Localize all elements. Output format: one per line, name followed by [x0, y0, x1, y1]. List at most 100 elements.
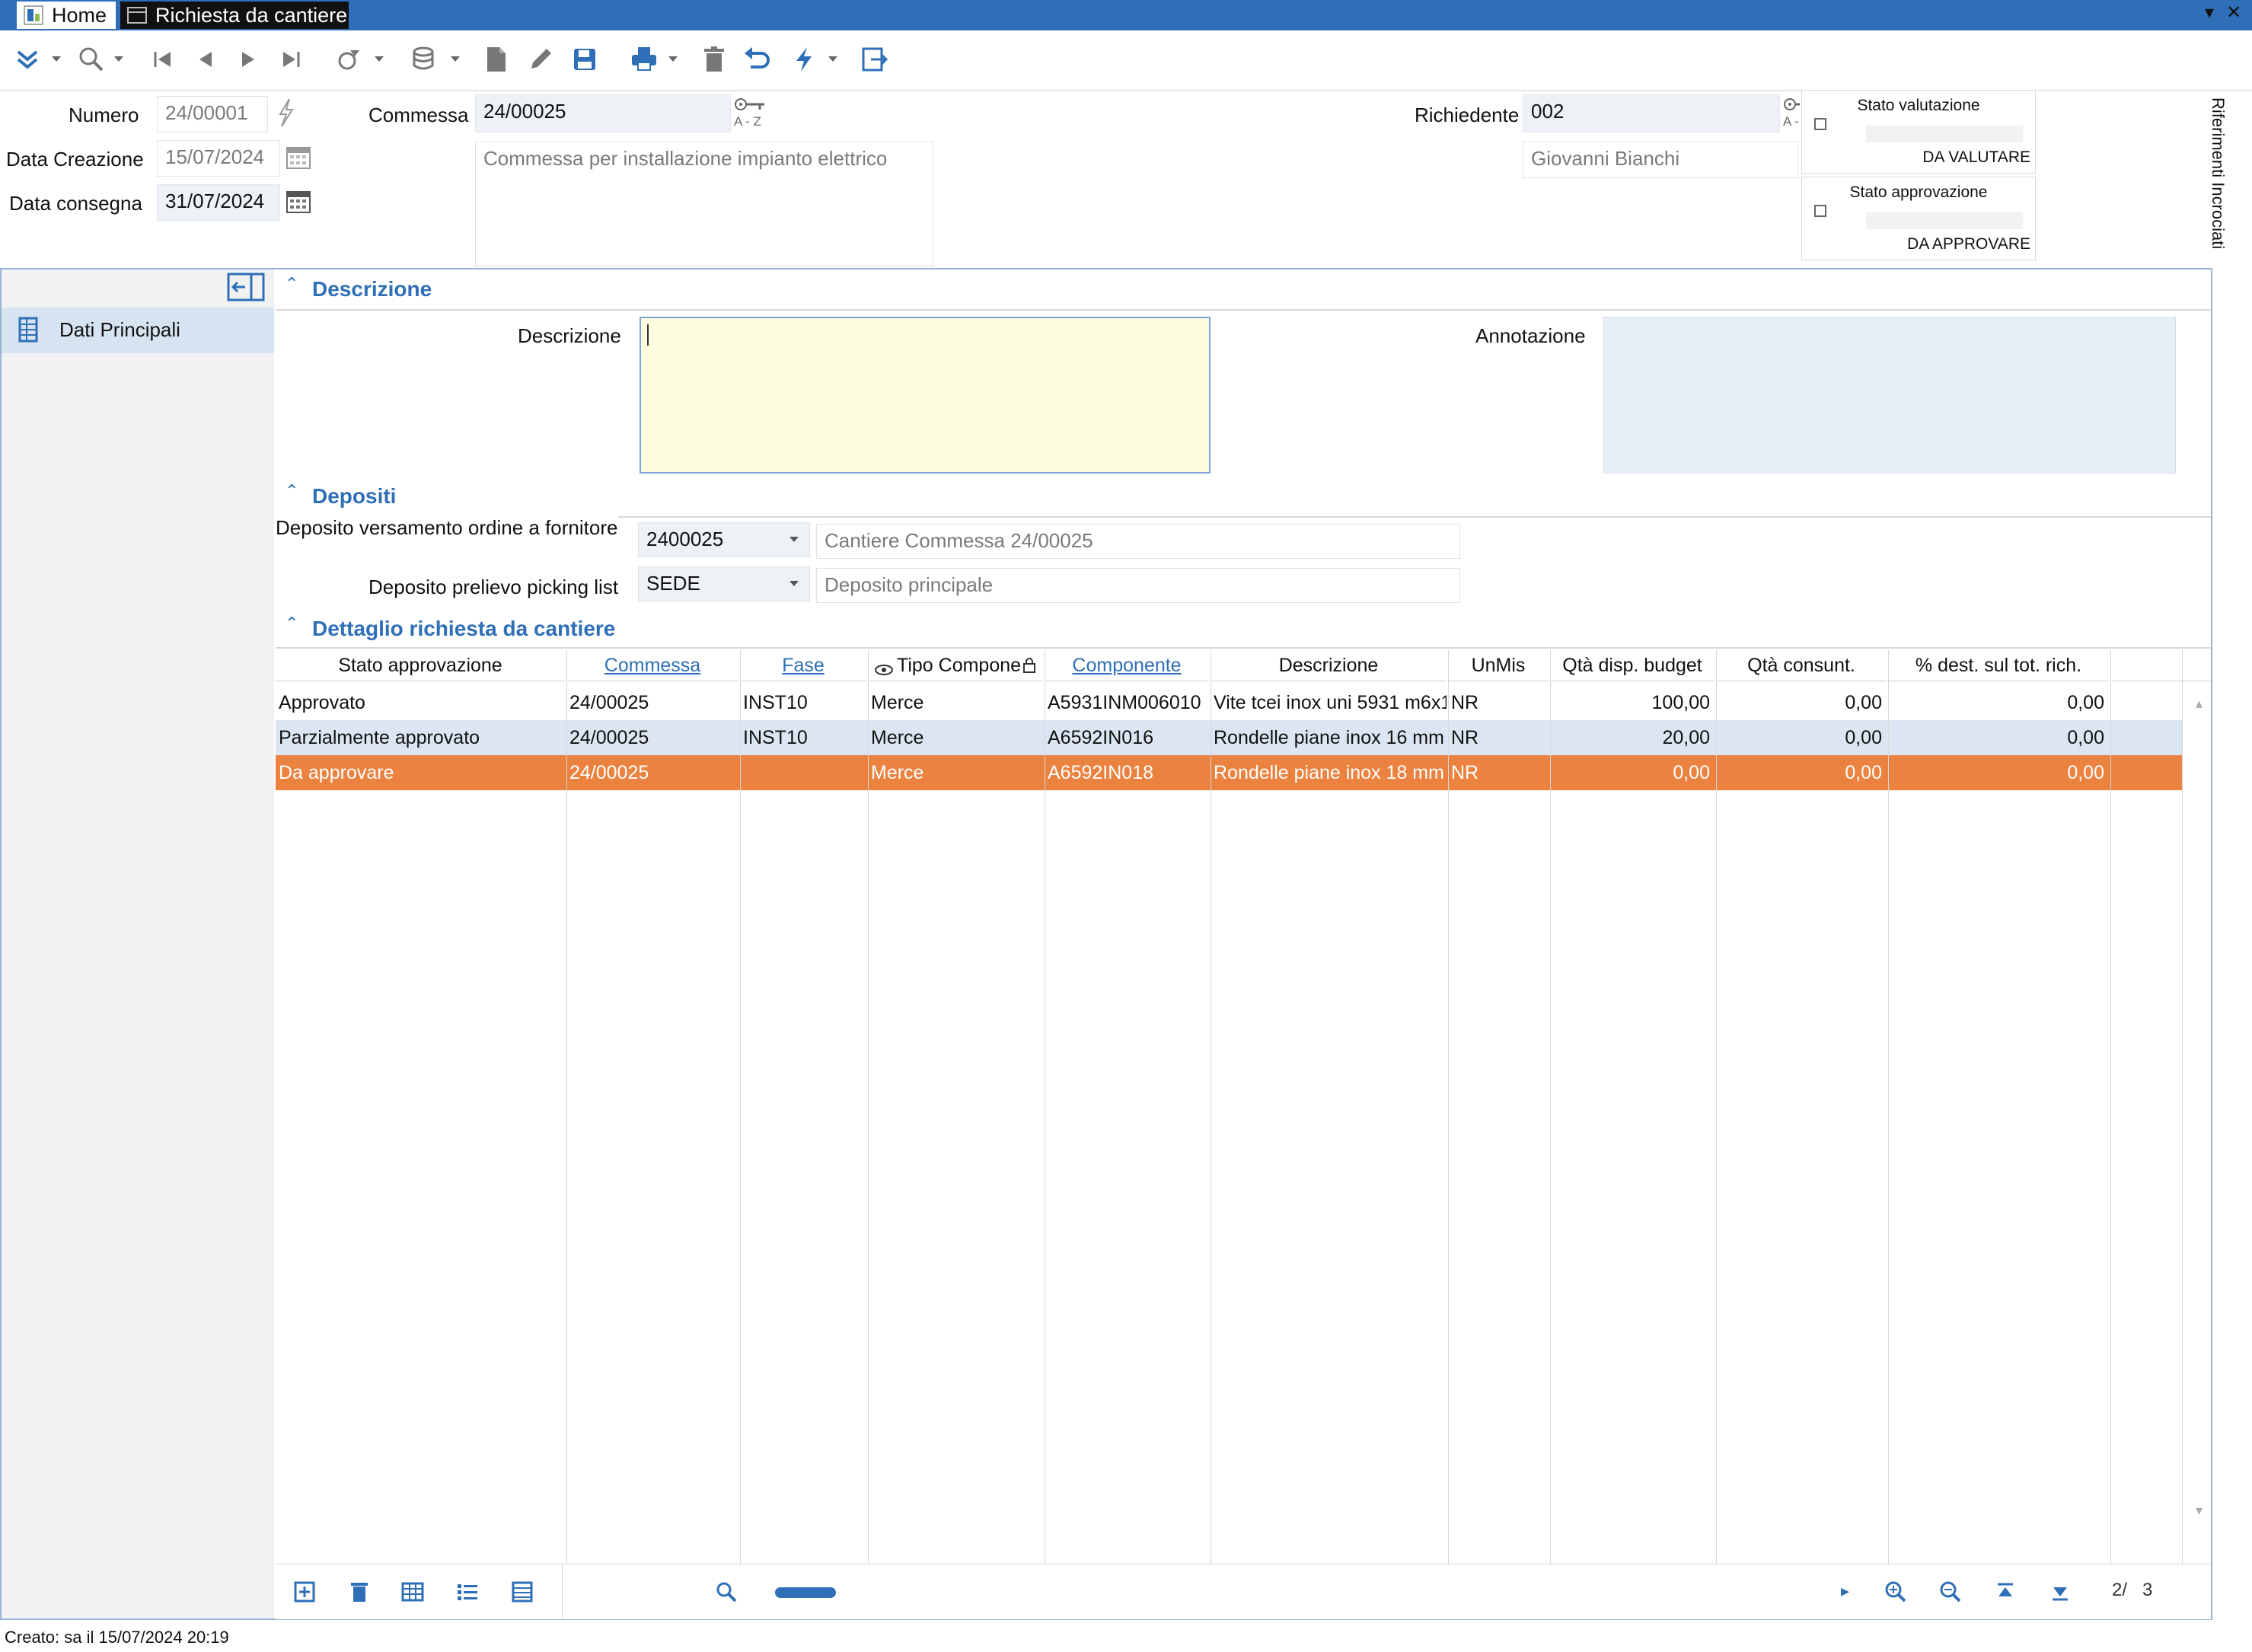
tab-home[interactable]: Home — [17, 2, 116, 29]
cell-unmis[interactable]: NR — [1448, 755, 1549, 790]
filter-dropdown-icon[interactable] — [375, 56, 384, 62]
numero-lightning-icon[interactable] — [276, 97, 295, 128]
lookup-key-icon[interactable] — [734, 96, 767, 113]
table-row[interactable]: Da approvare 24/00025 Merce A6592IN018 Ronde… — [276, 755, 2182, 790]
add-row-icon[interactable] — [291, 1578, 318, 1606]
cell-tipo[interactable]: Merce — [868, 755, 1043, 790]
column-header-unmis[interactable]: UnMis — [1448, 650, 1549, 681]
undo-icon[interactable] — [738, 41, 775, 78]
cell-descrizione[interactable]: Rondelle piane inox 18 mm — [1211, 755, 1447, 790]
scroll-down-icon[interactable]: ▾ — [2196, 1503, 2203, 1519]
exit-icon[interactable] — [856, 41, 892, 78]
richiedente-field[interactable]: 002 — [1523, 94, 1780, 132]
collapse-dropdown-icon[interactable] — [52, 56, 61, 62]
cell-commessa[interactable]: 24/00025 — [566, 755, 738, 790]
cell-qta-consunt[interactable]: 0,00 — [1716, 685, 1887, 720]
stato-valutazione-checkbox[interactable] — [1814, 118, 1826, 130]
cell-qta-budget[interactable]: 100,00 — [1550, 685, 1715, 720]
annotazione-textarea[interactable] — [1603, 317, 2176, 474]
cell-commessa[interactable]: 24/00025 — [566, 685, 738, 720]
lightning-icon[interactable] — [786, 41, 822, 78]
delete-row-icon[interactable] — [346, 1578, 373, 1606]
zoom-out-icon[interactable] — [1937, 1578, 1964, 1606]
grid-view-icon[interactable] — [399, 1578, 426, 1606]
cell-unmis[interactable]: NR — [1448, 685, 1549, 720]
cell-componente[interactable]: A6592IN018 — [1045, 755, 1209, 790]
commessa-field[interactable]: 24/00025 — [475, 94, 731, 132]
collapse-section-depositi-icon[interactable]: ⌃ — [285, 481, 298, 501]
cell-qta-budget[interactable]: 0,00 — [1550, 755, 1715, 790]
cell-fase[interactable]: INST10 — [740, 720, 866, 755]
cell-commessa[interactable]: 24/00025 — [566, 720, 738, 755]
window-menu-chevron-icon[interactable]: ▾ — [2205, 2, 2214, 24]
column-header-tipo-componente[interactable]: Tipo Componente — [868, 650, 1043, 681]
first-record-icon[interactable] — [145, 41, 181, 78]
deposito-prelievo-select[interactable]: SEDE — [638, 566, 810, 601]
last-record-icon[interactable] — [273, 41, 309, 78]
column-header-commessa[interactable]: Commessa — [566, 650, 738, 681]
cell-stato[interactable]: Da approvare — [276, 755, 565, 790]
section-title-depositi[interactable]: Depositi — [312, 484, 396, 509]
print-icon[interactable] — [626, 41, 662, 78]
stato-approvazione-checkbox[interactable] — [1814, 205, 1826, 217]
cell-tipo[interactable]: Merce — [868, 685, 1043, 720]
column-header-qta-budget[interactable]: Qtà disp. budget — [1550, 650, 1715, 681]
cell-stato[interactable]: Approvato — [276, 685, 565, 720]
sidebar-item-dati-principali[interactable]: Dati Principali — [2, 308, 274, 353]
previous-record-icon[interactable] — [187, 41, 224, 78]
deposito-versamento-select[interactable]: 2400025 — [638, 522, 810, 557]
close-window-icon[interactable]: ✕ — [2226, 2, 2241, 24]
column-header-descrizione[interactable]: Descrizione — [1211, 650, 1447, 681]
cell-perc[interactable]: 0,00 — [1888, 685, 2109, 720]
column-header-stato[interactable]: Stato approvazione — [276, 650, 565, 681]
sort-az-label[interactable]: A - — [1783, 114, 1799, 129]
search-icon[interactable] — [713, 1578, 740, 1606]
collapse-section-dettaglio-icon[interactable]: ⌃ — [285, 614, 298, 633]
column-header-qta-consunt[interactable]: Qtà consunt. — [1716, 650, 1887, 681]
section-title-descrizione[interactable]: Descrizione — [312, 277, 432, 301]
cell-perc[interactable]: 0,00 — [1888, 720, 2109, 755]
data-creazione-field[interactable]: 15/07/2024 — [157, 140, 280, 177]
cell-perc[interactable]: 0,00 — [1888, 755, 2109, 790]
cell-unmis[interactable]: NR — [1448, 720, 1549, 755]
column-header-componente[interactable]: Componente — [1045, 650, 1209, 681]
cell-qta-budget[interactable]: 20,00 — [1550, 720, 1715, 755]
column-header-fase[interactable]: Fase — [740, 650, 866, 681]
save-icon[interactable] — [566, 41, 603, 78]
cell-componente[interactable]: A5931INM006010 — [1045, 685, 1209, 720]
cell-stato[interactable]: Parzialmente approvato — [276, 720, 565, 755]
print-dropdown-icon[interactable] — [668, 56, 678, 62]
search-icon[interactable] — [73, 41, 110, 78]
go-bottom-icon[interactable] — [2046, 1578, 2074, 1606]
cell-componente[interactable]: A6592IN016 — [1045, 720, 1209, 755]
table-row[interactable]: Parzialmente approvato 24/00025 INST10 Merc… — [276, 720, 2182, 755]
cell-qta-consunt[interactable]: 0,00 — [1716, 755, 1887, 790]
cell-descrizione[interactable]: Rondelle piane inox 16 mm — [1211, 720, 1447, 755]
zoom-in-icon[interactable] — [1882, 1578, 1909, 1606]
edit-icon[interactable] — [522, 41, 559, 78]
database-icon[interactable] — [407, 41, 443, 78]
scroll-right-icon[interactable]: ▸ — [1841, 1581, 1849, 1601]
cell-qta-consunt[interactable]: 0,00 — [1716, 720, 1887, 755]
filter-icon[interactable] — [330, 41, 367, 78]
riferimenti-incrociati-tab[interactable]: Riferimenti Incrociati — [2208, 97, 2228, 249]
next-record-icon[interactable] — [230, 41, 266, 78]
calendar-icon[interactable] — [285, 143, 312, 171]
scroll-up-icon[interactable]: ▴ — [2196, 696, 2203, 712]
lightning-dropdown-icon[interactable] — [828, 56, 837, 62]
tab-richiesta-da-cantiere[interactable]: Richiesta da cantiere — [120, 2, 349, 29]
cell-fase[interactable] — [740, 755, 866, 790]
cell-descrizione[interactable]: Vite tcei inox uni 5931 m6x10 — [1211, 685, 1447, 720]
lookup-key-icon[interactable] — [1783, 96, 1800, 113]
calendar-icon[interactable] — [285, 187, 312, 215]
search-dropdown-icon[interactable] — [114, 56, 123, 62]
sort-az-label[interactable]: A - Z — [734, 114, 761, 129]
descrizione-textarea[interactable] — [640, 317, 1211, 474]
data-consegna-field[interactable]: 31/07/2024 — [157, 184, 280, 221]
database-dropdown-icon[interactable] — [451, 56, 460, 62]
numero-field[interactable]: 24/00001 — [157, 96, 268, 132]
collapse-section-descrizione-icon[interactable]: ⌃ — [285, 274, 298, 294]
horizontal-scrollbar-thumb[interactable] — [775, 1587, 836, 1598]
cell-fase[interactable]: INST10 — [740, 685, 866, 720]
delete-icon[interactable] — [696, 41, 732, 78]
